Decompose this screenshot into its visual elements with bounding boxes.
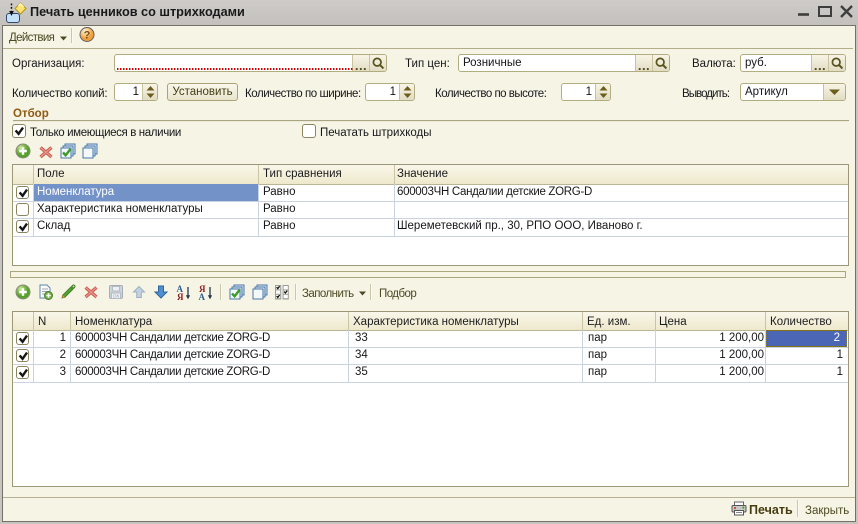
svg-text:?: ? <box>84 30 91 42</box>
svg-text:Я: Я <box>177 292 184 300</box>
svg-text:ОК: ОК <box>113 294 120 299</box>
svg-text:А: А <box>199 292 206 300</box>
